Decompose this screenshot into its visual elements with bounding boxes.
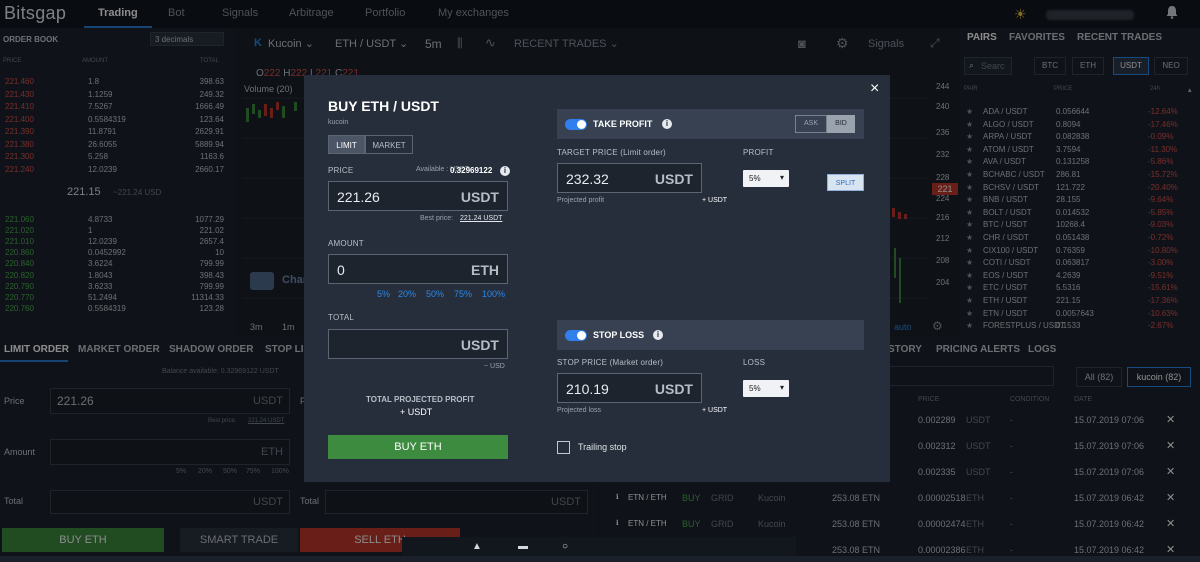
- trailing-stop-label: Trailing stop: [578, 442, 627, 452]
- toolbar-trash-icon[interactable]: ▬: [518, 541, 528, 552]
- stop-loss-toggle[interactable]: [565, 330, 587, 341]
- stop-price-input[interactable]: 210.19 USDT: [557, 373, 702, 403]
- projected-profit-value: + USDT: [702, 197, 728, 204]
- modal-pct-75[interactable]: 75%: [454, 289, 472, 299]
- profit-select[interactable]: 5% ▾: [743, 170, 789, 187]
- buy-modal: BUY ETH / USDT × kucoin LIMIT MARKET PRI…: [304, 75, 890, 482]
- modal-price-label: PRICE: [328, 166, 354, 175]
- modal-pct-100[interactable]: 100%: [482, 289, 505, 299]
- take-profit-title: TAKE PROFIT: [593, 119, 653, 129]
- stop-loss-bar: STOP LOSS i: [557, 320, 864, 350]
- stop-price-label: STOP PRICE (Market order): [557, 358, 664, 367]
- total-projected-profit-value: + USDT: [400, 407, 433, 417]
- modal-price-input[interactable]: 221.26 USDT: [328, 181, 508, 211]
- chevron-down-icon: ▾: [779, 383, 784, 392]
- take-profit-bar: TAKE PROFIT i ASK BID: [557, 109, 864, 139]
- order-type-limit[interactable]: LIMIT: [328, 135, 365, 154]
- modal-pct-20[interactable]: 20%: [398, 289, 416, 299]
- modal-exchange: kucoin: [328, 119, 349, 126]
- stop-loss-title: STOP LOSS: [593, 330, 645, 340]
- modal-amount-label: AMOUNT: [328, 239, 364, 248]
- close-icon[interactable]: ×: [870, 80, 879, 98]
- projected-profit-label: Projected profit: [557, 197, 605, 204]
- trailing-stop-checkbox[interactable]: [557, 441, 570, 454]
- floating-toolbar: ▲ ▬ ○: [402, 537, 796, 556]
- projected-loss-label: Projected loss: [557, 407, 601, 414]
- modal-pct-5[interactable]: 5%: [377, 289, 390, 299]
- target-price-label: TARGET PRICE (Limit order): [557, 148, 666, 157]
- modal-best-price-link[interactable]: 221.24 USDT: [460, 215, 502, 222]
- chevron-down-icon: ▾: [779, 173, 784, 182]
- modal-total-usd: ~ USD: [484, 363, 505, 370]
- modal-buy-button[interactable]: BUY ETH: [328, 435, 508, 459]
- available-value: 0.32969122: [450, 166, 493, 175]
- projected-loss-value: + USDT: [702, 407, 728, 414]
- toolbar-circle-icon[interactable]: ○: [562, 541, 568, 552]
- total-projected-profit-label: TOTAL PROJECTED PROFIT: [366, 395, 475, 404]
- modal-amount-input[interactable]: 0 ETH: [328, 254, 508, 284]
- modal-title: BUY ETH / USDT: [328, 98, 439, 114]
- order-type-market[interactable]: MARKET: [365, 135, 413, 154]
- modal-total-input[interactable]: USDT: [328, 329, 508, 359]
- modal-total-label: TOTAL: [328, 313, 355, 322]
- stop-loss-info-icon[interactable]: i: [653, 330, 663, 340]
- split-button[interactable]: SPLIT: [827, 174, 864, 191]
- take-profit-bid-button[interactable]: BID: [827, 115, 855, 133]
- take-profit-info-icon[interactable]: i: [662, 119, 672, 129]
- loss-select[interactable]: 5% ▾: [743, 380, 789, 397]
- target-price-input[interactable]: 232.32 USDT: [557, 163, 702, 193]
- available-info-icon[interactable]: i: [500, 166, 510, 176]
- take-profit-ask-button[interactable]: ASK: [795, 115, 827, 133]
- take-profit-toggle[interactable]: [565, 119, 587, 130]
- modal-pct-50[interactable]: 50%: [426, 289, 444, 299]
- profit-label: PROFIT: [743, 148, 774, 157]
- loss-label: LOSS: [743, 358, 766, 367]
- modal-best-price-label: Best price:: [420, 215, 454, 222]
- toolbar-up-icon[interactable]: ▲: [472, 541, 482, 552]
